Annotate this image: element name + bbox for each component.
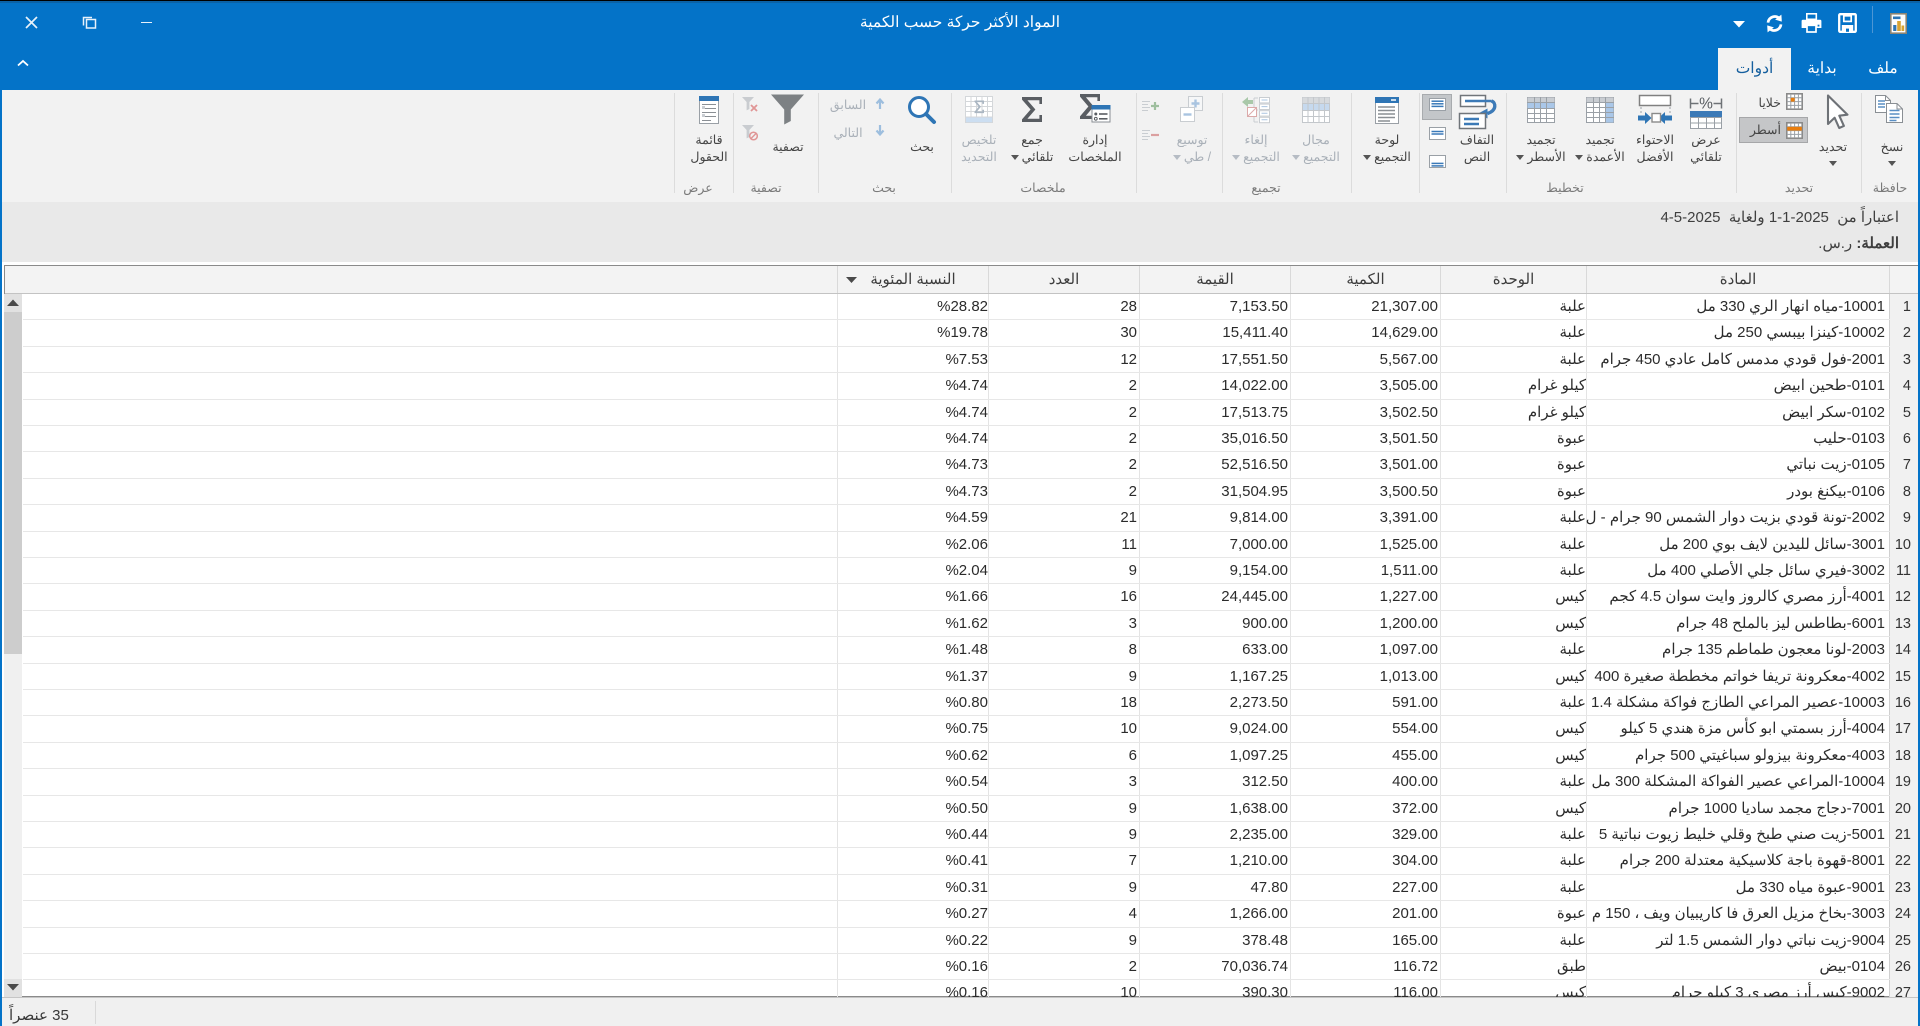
svg-text:%: % — [1699, 96, 1713, 113]
